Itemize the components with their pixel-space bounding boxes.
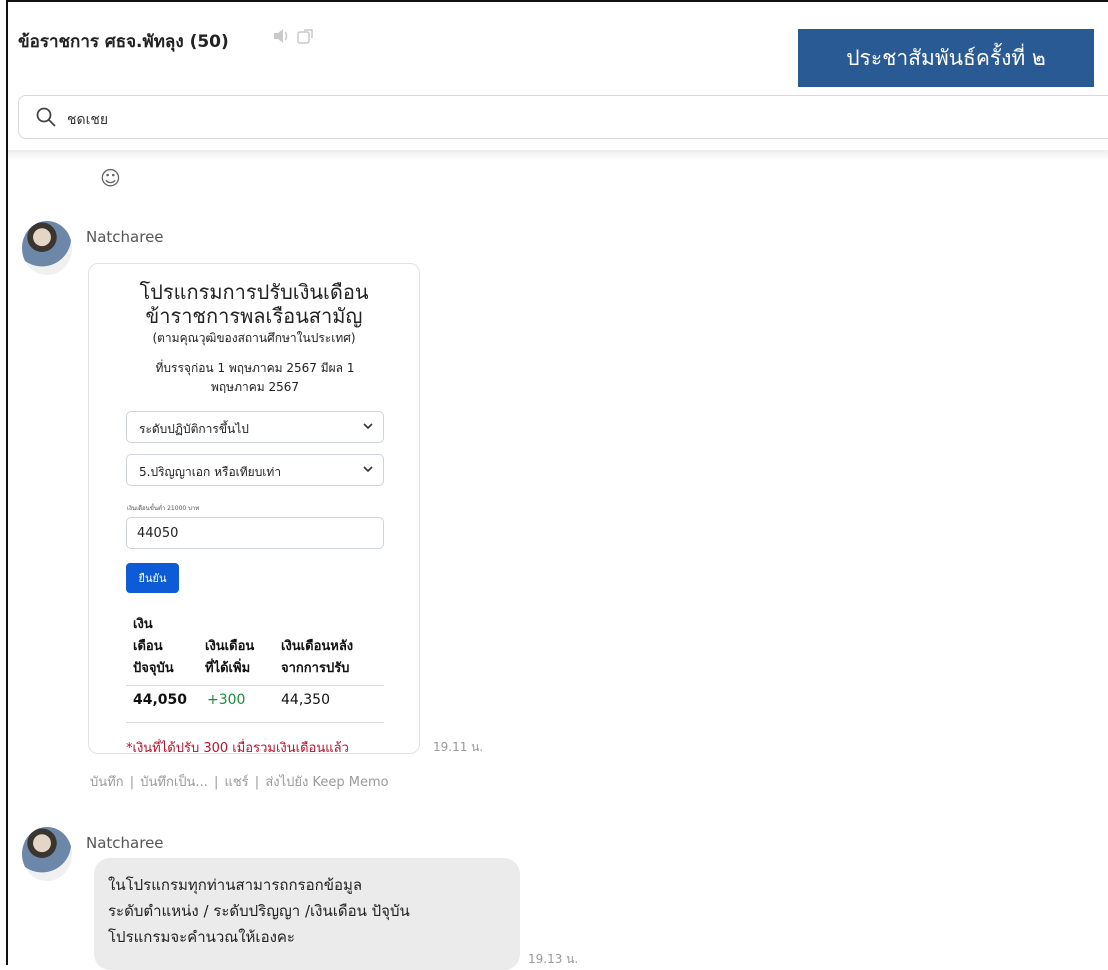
col-increase-h1: เงินเดือน (205, 639, 255, 654)
degree-select-value: 5.ปริญญาเอก หรือเทียบเท่า (139, 465, 282, 479)
card-note: *เงินที่ได้ปรับ 300 เมื่อรวมเงินเดือนแล้… (126, 741, 349, 754)
current-salary: 44,050 (133, 692, 188, 708)
search-icon (36, 107, 56, 127)
message-time: 19.11 น. (433, 740, 484, 754)
shared-image-card[interactable]: โปรแกรมการปรับเงินเดือน ข้าราชการพลเรือน… (88, 263, 420, 754)
col-new-h2: จากการปรับ (281, 661, 350, 676)
share-action[interactable]: แชร์ (224, 775, 248, 790)
sender-name: Natcharee (86, 834, 164, 852)
level-select: ระดับปฏิบัติการขึ้นไป (126, 411, 384, 443)
new-salary: 44,350 (281, 692, 330, 708)
salary-input: 44050 (126, 517, 384, 549)
open-external-icon[interactable] (296, 28, 314, 50)
table-divider (126, 722, 384, 723)
col-new-h1: เงินเดือนหลัง (281, 639, 354, 654)
message-actions: บันทึก | บันทึกเป็น... | แชร์ | ส่งไปยัง… (90, 775, 389, 790)
message-bubble[interactable]: ในโปรแกรมทุกท่านสามารถกรอกข้อมูล ระดับตำ… (94, 858, 520, 970)
card-condition-line2: พฤษภาคม 2567 (210, 380, 300, 394)
avatar[interactable] (22, 221, 72, 275)
salary-input-value: 44050 (137, 526, 179, 541)
col-current-h1: เงิน (133, 617, 153, 632)
window-border-left (6, 0, 8, 965)
message-line: ในโปรแกรมทุกท่านสามารถกรอกข้อมูล (108, 876, 363, 894)
message-time: 19.13 น. (528, 952, 579, 966)
chat-header: ข้อราชการ ศธจ.พัทลุง (50) ประชาสัมพันธ์ค… (8, 2, 1108, 87)
sender-name: Natcharee (86, 228, 164, 246)
message-line: ระดับตำแหน่ง / ระดับปริญญา /เงินเดือน ปั… (108, 902, 410, 920)
salary-input-label: เงินเดือนขั้นต่ำ 21000 บาท (127, 505, 200, 512)
level-select-value: ระดับปฏิบัติการขึ้นไป (139, 422, 249, 436)
degree-select: 5.ปริญญาเอก หรือเทียบเท่า (126, 454, 384, 486)
col-increase-h2: ที่ได้เพิ่ม (205, 661, 251, 676)
save-as-action[interactable]: บันทึกเป็น... (140, 775, 208, 790)
card-condition-line1: ที่บรรจุก่อน 1 พฤษภาคม 2567 มีผล 1 (155, 361, 355, 375)
message-line: โปรแกรมจะคำนวณให้เองคะ (108, 928, 295, 946)
save-action[interactable]: บันทึก (90, 775, 124, 790)
emoji-face-icon[interactable]: ☺ (100, 166, 121, 190)
col-current-h2: เดือน (133, 639, 163, 654)
search-input[interactable]: ชดเชย (67, 109, 108, 131)
table-divider (126, 685, 384, 686)
confirm-button: ยืนยัน (126, 563, 179, 593)
card-title-line2: ข้าราชการพลเรือนสามัญ (145, 304, 363, 328)
keep-memo-action[interactable]: ส่งไปยัง Keep Memo (265, 775, 388, 790)
speaker-icon[interactable] (272, 28, 290, 48)
chevron-down-icon (363, 423, 373, 430)
header-shadow (8, 150, 1108, 160)
col-current-h3: ปัจจุบัน (133, 661, 174, 676)
announcement-banner: ประชาสัมพันธ์ครั้งที่ ๒ (798, 29, 1094, 87)
search-bar[interactable]: ชดเชย (18, 95, 1108, 139)
card-subtitle: (ตามคุณวุฒิของสถานศึกษาในประเทศ) (152, 331, 356, 345)
avatar[interactable] (22, 827, 72, 881)
chat-title: ข้อราชการ ศธจ.พัทลุง (50) (18, 32, 229, 52)
salary-increase: +300 (207, 692, 246, 708)
chevron-down-icon (363, 466, 373, 473)
